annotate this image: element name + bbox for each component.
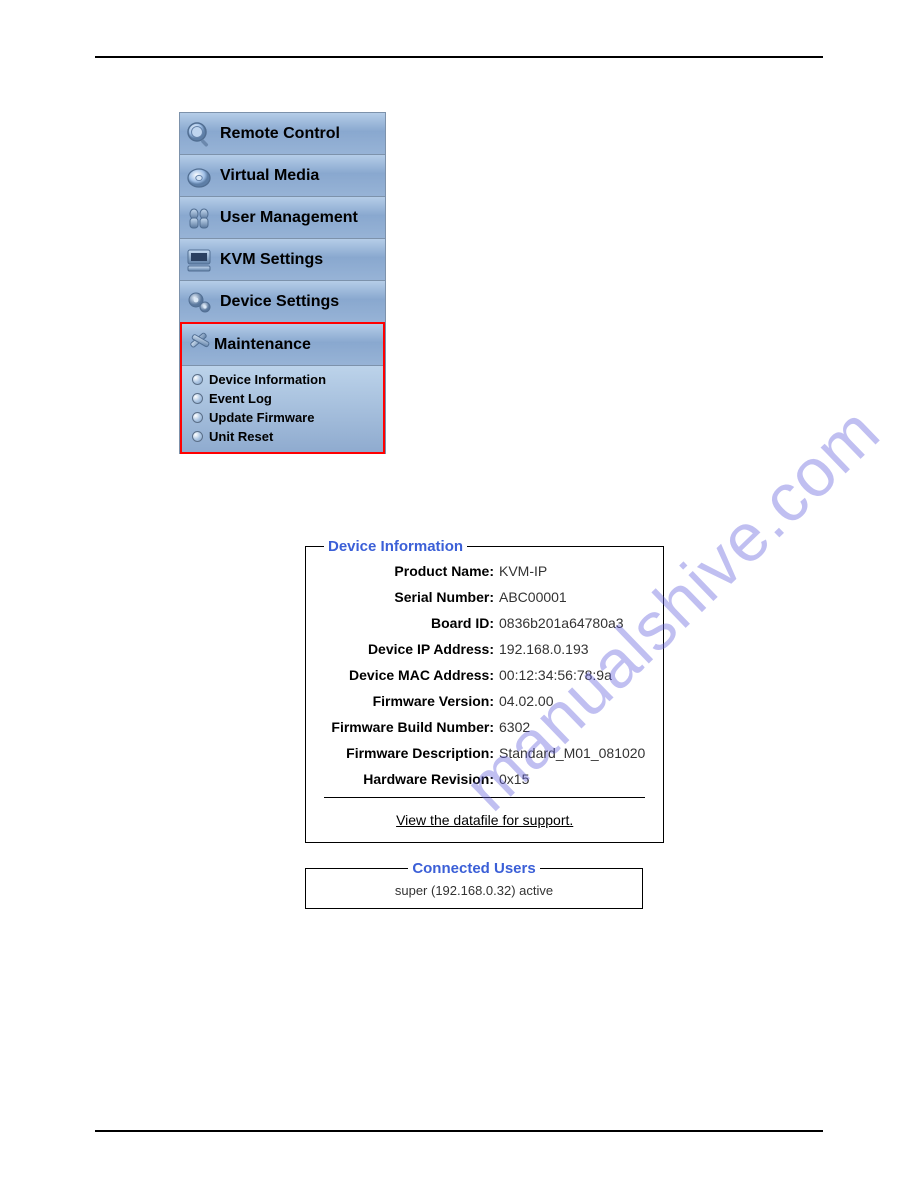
nav-item-user-management[interactable]: User Management	[180, 197, 385, 239]
nav-item-label: KVM Settings	[220, 251, 323, 269]
devinfo-value: 6302	[499, 719, 530, 735]
connected-users-legend: Connected Users	[408, 860, 539, 877]
nav-item-maintenance[interactable]: Maintenance	[182, 322, 383, 366]
devinfo-label: Firmware Description:	[324, 745, 499, 761]
page-rule-top	[95, 56, 823, 58]
devinfo-row: Hardware Revision: 0x15	[324, 771, 645, 787]
nav-item-maintenance-expanded: Maintenance Device Information Event Log…	[180, 322, 385, 454]
nav-sub-label: Update Firmware	[209, 410, 314, 425]
nav-sub-label: Event Log	[209, 391, 272, 406]
terminal-icon	[184, 245, 214, 275]
bullet-icon	[192, 374, 203, 385]
devinfo-value: Standard_M01_081020	[499, 745, 645, 761]
nav-sub-unit-reset[interactable]: Unit Reset	[192, 427, 383, 446]
connected-users-panel: Connected Users super (192.168.0.32) act…	[305, 860, 643, 909]
nav-sub-update-firmware[interactable]: Update Firmware	[192, 408, 383, 427]
page-rule-bottom	[95, 1130, 823, 1132]
nav-item-virtual-media[interactable]: Virtual Media	[180, 155, 385, 197]
nav-item-remote-control[interactable]: Remote Control	[180, 113, 385, 155]
devinfo-row: Product Name: KVM-IP	[324, 563, 645, 579]
nav-submenu: Device Information Event Log Update Firm…	[182, 366, 383, 452]
gears-icon	[184, 287, 214, 317]
nav-item-label: Remote Control	[220, 125, 340, 143]
tools-icon	[186, 328, 214, 361]
nav-sub-label: Unit Reset	[209, 429, 273, 444]
devinfo-value: 04.02.00	[499, 693, 554, 709]
nav-menu: Remote Control Virtual Media User Manage…	[179, 112, 386, 454]
devinfo-label: Serial Number:	[324, 589, 499, 605]
bullet-icon	[192, 393, 203, 404]
nav-item-label: Maintenance	[214, 336, 311, 354]
devinfo-row: Board ID: 0836b201a64780a3	[324, 615, 645, 631]
disc-icon	[184, 161, 214, 191]
magnifier-icon	[184, 119, 214, 149]
nav-sub-label: Device Information	[209, 372, 326, 387]
devinfo-label: Firmware Version:	[324, 693, 499, 709]
devinfo-link-wrap: View the datafile for support.	[324, 797, 645, 828]
devinfo-row: Firmware Description: Standard_M01_08102…	[324, 745, 645, 761]
devinfo-label: Device IP Address:	[324, 641, 499, 657]
devinfo-value: ABC00001	[499, 589, 567, 605]
devinfo-label: Board ID:	[324, 615, 499, 631]
connected-user-row: super (192.168.0.32) active	[324, 883, 624, 898]
devinfo-value: KVM-IP	[499, 563, 547, 579]
devinfo-value: 0x15	[499, 771, 529, 787]
devinfo-label: Hardware Revision:	[324, 771, 499, 787]
nav-item-label: Device Settings	[220, 293, 339, 311]
devinfo-row: Serial Number: ABC00001	[324, 589, 645, 605]
bullet-icon	[192, 412, 203, 423]
bullet-icon	[192, 431, 203, 442]
devinfo-value: 00:12:34:56:78:9a	[499, 667, 612, 683]
users-icon	[184, 203, 214, 233]
nav-item-label: Virtual Media	[220, 167, 319, 185]
devinfo-label: Product Name:	[324, 563, 499, 579]
nav-item-kvm-settings[interactable]: KVM Settings	[180, 239, 385, 281]
devinfo-label: Firmware Build Number:	[324, 719, 499, 735]
devinfo-row: Firmware Build Number: 6302	[324, 719, 645, 735]
devinfo-row: Device MAC Address: 00:12:34:56:78:9a	[324, 667, 645, 683]
devinfo-value: 0836b201a64780a3	[499, 615, 624, 631]
devinfo-row: Firmware Version: 04.02.00	[324, 693, 645, 709]
nav-item-label: User Management	[220, 209, 358, 227]
device-information-legend: Device Information	[324, 538, 467, 555]
nav-item-device-settings[interactable]: Device Settings	[180, 281, 385, 323]
view-datafile-link[interactable]: View the datafile for support.	[396, 812, 573, 828]
nav-sub-device-information[interactable]: Device Information	[192, 370, 383, 389]
device-information-panel: Device Information Product Name: KVM-IP …	[305, 538, 664, 843]
devinfo-row: Device IP Address: 192.168.0.193	[324, 641, 645, 657]
devinfo-label: Device MAC Address:	[324, 667, 499, 683]
nav-sub-event-log[interactable]: Event Log	[192, 389, 383, 408]
devinfo-value: 192.168.0.193	[499, 641, 589, 657]
